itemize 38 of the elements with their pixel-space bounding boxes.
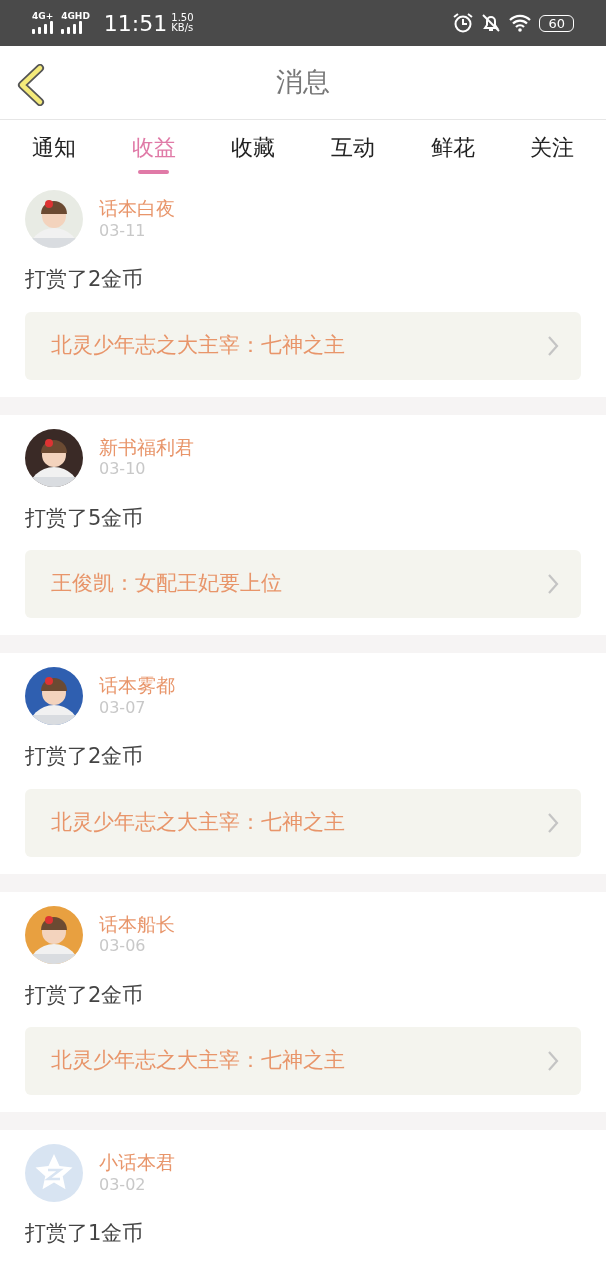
chevron-right-icon [547, 334, 559, 357]
battery-indicator: 60 [539, 14, 574, 32]
signal-icon [61, 21, 83, 34]
message-text: 打赏了2金币 [25, 266, 145, 293]
message-text: 打赏了2金币 [25, 981, 145, 1009]
network-label: 4GHD [61, 12, 90, 21]
book-link[interactable]: 北灵少年志之大主宰：七神之主 [25, 1027, 581, 1095]
chevron-right-icon [547, 811, 559, 834]
book-link[interactable]: 王俊凯：女配王妃要上位 [25, 550, 581, 618]
tab[interactable]: 收益 [103, 120, 204, 176]
user-name[interactable]: 话本船长 [99, 911, 175, 937]
speed-value: 1.50 [171, 12, 194, 23]
book-link[interactable]: 北灵少年志之大主宰：七神之主 [25, 311, 581, 380]
message-text: 打赏了2金币 [25, 743, 145, 770]
clock-text: 11:51 [103, 9, 168, 38]
page-title: 消息 [276, 65, 330, 100]
chevron-right-icon [547, 1050, 559, 1072]
tab[interactable]: 互动 [303, 120, 403, 176]
tab[interactable]: 收藏 [203, 120, 303, 176]
tab[interactable]: 鲜花 [402, 120, 503, 176]
wifi-icon [509, 14, 532, 32]
tab-indicator [137, 170, 170, 174]
user-name[interactable]: 话本雾都 [99, 673, 175, 698]
user-name[interactable]: 新书福利君 [99, 434, 194, 460]
chevron-right-icon [547, 573, 559, 595]
muted-bell-icon [481, 13, 502, 33]
message-text: 打赏了5金币 [25, 504, 145, 532]
tab[interactable]: 通知 [4, 120, 104, 176]
speed-unit: KB/s [171, 23, 194, 34]
message-text: 打赏了1金币 [25, 1220, 145, 1247]
user-name[interactable]: 话本白夜 [99, 196, 175, 221]
book-link[interactable]: 北灵少年志之大主宰：七神之主 [25, 788, 581, 857]
alarm-icon [453, 13, 474, 33]
back-icon[interactable] [16, 64, 46, 106]
network-label: 4G+ [32, 12, 54, 21]
signal-icon [32, 21, 53, 34]
tab[interactable]: 关注 [502, 120, 603, 176]
user-name[interactable]: 小话本君 [99, 1150, 175, 1175]
